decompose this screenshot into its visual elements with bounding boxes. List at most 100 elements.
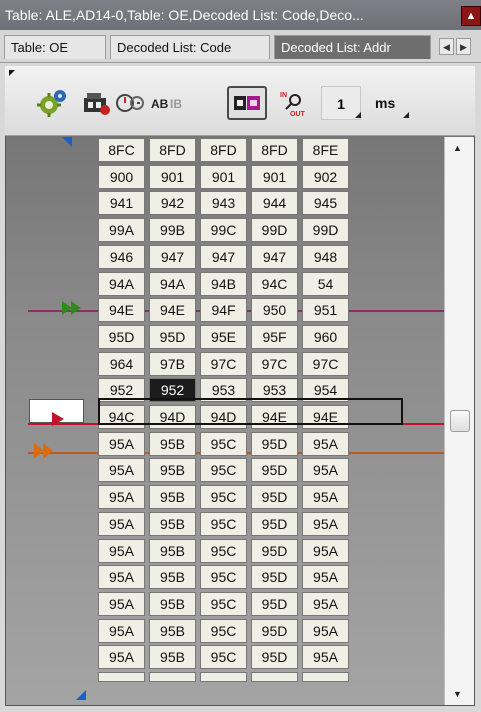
- table-cell[interactable]: 8FD: [149, 138, 196, 162]
- table-cell[interactable]: 99A: [98, 218, 145, 242]
- table-cell[interactable]: 95D: [251, 565, 298, 589]
- table-cell[interactable]: 97B: [149, 352, 196, 376]
- table-cell[interactable]: 8FE: [302, 138, 349, 162]
- table-cell[interactable]: 95C: [200, 458, 247, 482]
- table-cell[interactable]: 95A: [98, 485, 145, 509]
- table-cell[interactable]: 97C: [200, 352, 247, 376]
- table-cell[interactable]: 95C: [200, 619, 247, 643]
- table-cell[interactable]: 95D: [251, 432, 298, 456]
- table-cell[interactable]: 901: [149, 165, 196, 189]
- table-cell[interactable]: 902: [302, 165, 349, 189]
- table-cell[interactable]: 95A: [302, 512, 349, 536]
- table-cell[interactable]: 95B: [149, 619, 196, 643]
- table-cell[interactable]: 94C: [251, 272, 298, 296]
- table-cell[interactable]: 95A: [302, 565, 349, 589]
- table-cell[interactable]: 94B: [200, 272, 247, 296]
- tab-scroll-left-icon[interactable]: ◀: [439, 38, 454, 55]
- table-cell[interactable]: 95B: [149, 512, 196, 536]
- scroll-down-icon[interactable]: ▼: [453, 689, 462, 699]
- table-cell[interactable]: 95D: [251, 539, 298, 563]
- table-cell[interactable]: 94F: [200, 298, 247, 322]
- table-cell[interactable]: 947: [251, 245, 298, 269]
- table-cell[interactable]: 942: [149, 191, 196, 215]
- auto-tape-icon[interactable]: [79, 86, 113, 120]
- scroll-up-icon[interactable]: ▲: [453, 143, 462, 153]
- table-cell[interactable]: 95A: [302, 458, 349, 482]
- timer-icon[interactable]: [113, 86, 147, 120]
- table-cell[interactable]: 960: [302, 325, 349, 349]
- table-cell[interactable]: 95A: [98, 645, 145, 669]
- table-cell[interactable]: 95A: [98, 432, 145, 456]
- table-cell[interactable]: 95D: [251, 512, 298, 536]
- table-cell[interactable]: 943: [200, 191, 247, 215]
- table-cell[interactable]: 54: [302, 272, 349, 296]
- table-cell[interactable]: 94A: [98, 272, 145, 296]
- table-cell[interactable]: 95A: [98, 619, 145, 643]
- tab-decoded-list-addr[interactable]: Decoded List: Addr: [274, 35, 431, 59]
- table-cell[interactable]: 950: [251, 298, 298, 322]
- table-cell[interactable]: 95B: [149, 432, 196, 456]
- table-cell[interactable]: 95D: [251, 619, 298, 643]
- table-cell[interactable]: 99C: [200, 218, 247, 242]
- table-cell[interactable]: 95A: [302, 432, 349, 456]
- table-cell[interactable]: 95B: [149, 645, 196, 669]
- table-cell[interactable]: 95B: [149, 485, 196, 509]
- table-cell[interactable]: 901: [251, 165, 298, 189]
- table-cell[interactable]: 95C: [200, 565, 247, 589]
- table-cell[interactable]: 99D: [251, 218, 298, 242]
- table-cell[interactable]: 95C: [200, 539, 247, 563]
- table-cell-partial[interactable]: [302, 672, 349, 682]
- table-cell[interactable]: 95A: [302, 645, 349, 669]
- table-cell[interactable]: 99B: [149, 218, 196, 242]
- table-cell-partial[interactable]: [98, 672, 145, 682]
- unit-label[interactable]: ms: [375, 88, 395, 118]
- table-cell[interactable]: 95D: [251, 458, 298, 482]
- gear-plugin-icon[interactable]: [35, 86, 69, 120]
- unit-dropdown-icon[interactable]: [403, 112, 409, 118]
- table-cell-partial[interactable]: [251, 672, 298, 682]
- table-cell[interactable]: 95D: [149, 325, 196, 349]
- ascii-toggle-icon[interactable]: AB IB: [151, 86, 191, 120]
- table-cell[interactable]: 95A: [302, 539, 349, 563]
- table-cell[interactable]: 95A: [98, 458, 145, 482]
- table-cell[interactable]: 95A: [302, 619, 349, 643]
- table-cell[interactable]: 94E: [98, 298, 145, 322]
- display-mode-icon[interactable]: [227, 86, 267, 120]
- table-cell[interactable]: 95B: [149, 458, 196, 482]
- table-cell[interactable]: 95D: [251, 645, 298, 669]
- title-bar[interactable]: Table: ALE,AD14-0,Table: OE,Decoded List…: [0, 0, 481, 30]
- table-cell[interactable]: 8FD: [251, 138, 298, 162]
- table-cell[interactable]: 946: [98, 245, 145, 269]
- table-cell[interactable]: 948: [302, 245, 349, 269]
- table-cell[interactable]: 95C: [200, 485, 247, 509]
- tab-scroll-right-icon[interactable]: ▶: [456, 38, 471, 55]
- table-cell[interactable]: 95B: [149, 565, 196, 589]
- table-cell-partial[interactable]: [149, 672, 196, 682]
- table-cell[interactable]: 901: [200, 165, 247, 189]
- table-cell[interactable]: 8FD: [200, 138, 247, 162]
- table-cell[interactable]: 95D: [98, 325, 145, 349]
- table-cell[interactable]: 941: [98, 191, 145, 215]
- table-cell[interactable]: 95C: [200, 432, 247, 456]
- table-cell[interactable]: 95E: [200, 325, 247, 349]
- step-dropdown-icon[interactable]: [355, 112, 361, 118]
- table-cell[interactable]: 95B: [149, 539, 196, 563]
- table-cell[interactable]: 95F: [251, 325, 298, 349]
- table-cell[interactable]: 947: [149, 245, 196, 269]
- table-cell[interactable]: 95B: [149, 592, 196, 616]
- table-cell[interactable]: 97C: [251, 352, 298, 376]
- table-cell[interactable]: 945: [302, 191, 349, 215]
- table-cell[interactable]: 944: [251, 191, 298, 215]
- tab-table-oe[interactable]: Table: OE: [4, 35, 106, 59]
- table-cell-partial[interactable]: [200, 672, 247, 682]
- table-cell[interactable]: 95A: [98, 565, 145, 589]
- table-cell[interactable]: 95A: [98, 512, 145, 536]
- vertical-scrollbar[interactable]: ▲ ▼: [444, 137, 474, 705]
- table-cell[interactable]: 947: [200, 245, 247, 269]
- in-out-search-icon[interactable]: IN OUT: [277, 86, 311, 120]
- table-cell[interactable]: 95D: [251, 485, 298, 509]
- table-cell[interactable]: 964: [98, 352, 145, 376]
- table-cell[interactable]: 95A: [98, 592, 145, 616]
- table-cell[interactable]: 95A: [302, 592, 349, 616]
- table-cell[interactable]: 95C: [200, 645, 247, 669]
